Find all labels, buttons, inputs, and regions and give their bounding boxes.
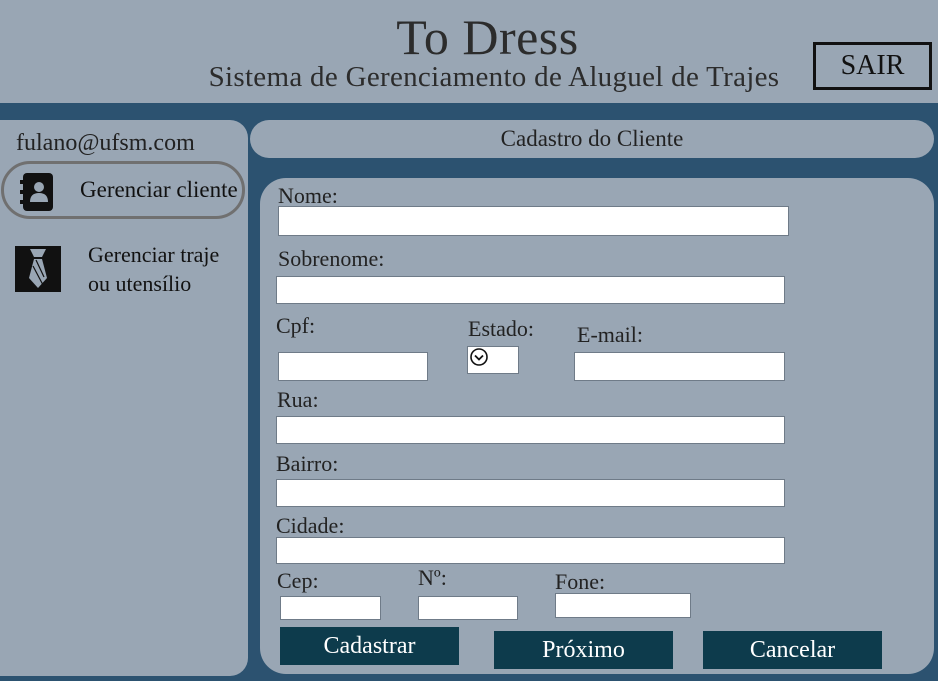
chevron-down-icon xyxy=(469,347,489,372)
email-label: E-mail: xyxy=(577,322,643,347)
cidade-label: Cidade: xyxy=(276,513,345,538)
next-button[interactable]: Próximo xyxy=(494,631,673,669)
sidebar-item-label-line1: Gerenciar traje xyxy=(88,242,220,267)
numero-input[interactable] xyxy=(418,596,518,620)
cep-input[interactable] xyxy=(280,596,381,620)
form-title: Cadastro do Cliente xyxy=(250,120,934,158)
app-subtitle: Sistema de Gerenciamento de Aluguel de T… xyxy=(208,61,780,93)
cpf-input[interactable] xyxy=(278,352,428,381)
sidebar-item-label-line2: ou utensílio xyxy=(88,271,192,296)
rua-input[interactable] xyxy=(276,416,785,444)
rua-label: Rua: xyxy=(277,387,319,412)
app-title: To Dress xyxy=(396,9,579,65)
email-input[interactable] xyxy=(574,352,785,381)
fone-label: Fone: xyxy=(555,569,606,594)
logout-button[interactable]: SAIR xyxy=(813,42,932,90)
app-header: To Dress Sistema de Gerenciamento de Alu… xyxy=(0,0,938,105)
nome-input[interactable] xyxy=(278,206,789,236)
sidebar-item-label: Gerenciar cliente xyxy=(80,177,238,202)
sobrenome-input[interactable] xyxy=(276,276,785,304)
numero-label: Nº: xyxy=(418,565,447,590)
estado-select[interactable] xyxy=(467,346,519,374)
cep-label: Cep: xyxy=(277,568,319,593)
necktie-icon xyxy=(15,246,61,297)
address-book-icon xyxy=(20,172,56,217)
fone-input[interactable] xyxy=(555,593,691,618)
cidade-input[interactable] xyxy=(276,537,785,564)
sidebar-item-manage-costumes[interactable]: Gerenciar traje ou utensílio xyxy=(0,238,248,298)
bairro-label: Bairro: xyxy=(276,451,339,476)
sidebar-item-manage-clients[interactable]: Gerenciar cliente xyxy=(1,161,245,219)
estado-label: Estado: xyxy=(468,316,534,341)
cpf-label: Cpf: xyxy=(276,313,316,338)
cancel-button[interactable]: Cancelar xyxy=(703,631,882,669)
sidebar-item-label: Gerenciar traje ou utensílio xyxy=(88,240,248,298)
bairro-input[interactable] xyxy=(276,479,785,507)
register-button[interactable]: Cadastrar xyxy=(280,627,459,665)
user-email: fulano@ufsm.com xyxy=(16,130,195,156)
sobrenome-label: Sobrenome: xyxy=(278,246,385,271)
